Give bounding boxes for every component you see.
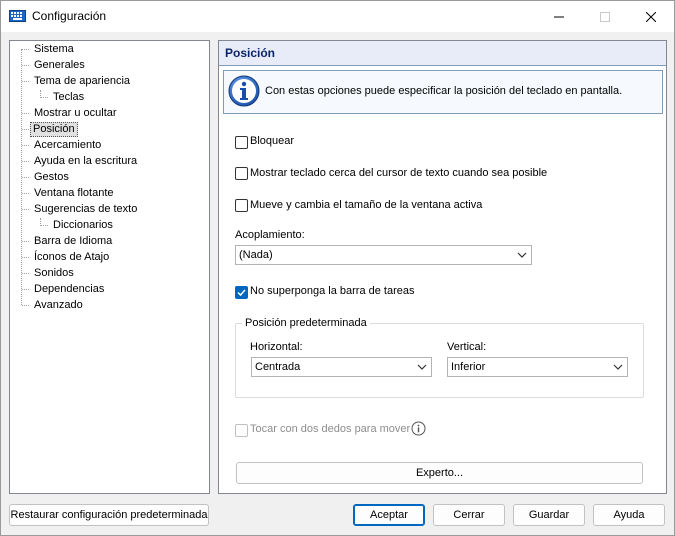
two-finger-checkbox: [235, 424, 248, 437]
tree-connector: [22, 241, 29, 242]
tree-connector: [22, 81, 29, 82]
tree-connector: [22, 209, 29, 210]
settings-tree[interactable]: Sistema Generales Tema de apariencia Tec…: [9, 40, 210, 494]
tree-connector: [22, 129, 29, 130]
tree-item-mostrar[interactable]: Mostrar u ocultar: [32, 106, 119, 121]
tree-connector: [41, 97, 48, 98]
minimize-icon: [554, 16, 564, 17]
tree-item-ayuda-escritura[interactable]: Ayuda en la escritura: [32, 154, 139, 169]
docking-select[interactable]: (Nada): [235, 245, 532, 265]
tree-item-diccionarios[interactable]: Diccionarios: [51, 218, 115, 233]
move-resize-label[interactable]: Mueve y cambia el tamaño de la ventana a…: [250, 199, 482, 211]
vertical-label: Vertical:: [447, 341, 487, 353]
no-overlap-label[interactable]: No superponga la barra de tareas: [250, 285, 415, 297]
restore-defaults-button[interactable]: Restaurar configuración predeterminada: [9, 504, 209, 526]
vertical-value: Inferior: [451, 361, 486, 373]
move-resize-checkbox[interactable]: [235, 199, 248, 212]
near-cursor-label[interactable]: Mostrar teclado cerca del cursor de text…: [250, 167, 547, 179]
tree-item-teclas[interactable]: Teclas: [51, 90, 86, 105]
tree-connector: [22, 65, 29, 66]
help-button[interactable]: Ayuda: [593, 504, 665, 526]
keyboard-icon: [9, 10, 26, 22]
docking-label: Acoplamiento:: [235, 229, 305, 241]
tree-item-barra-idioma[interactable]: Barra de Idioma: [32, 234, 114, 249]
tree-item-acercamiento[interactable]: Acercamiento: [32, 138, 103, 153]
cancel-button[interactable]: Cerrar: [433, 504, 505, 526]
horizontal-label: Horizontal:: [250, 341, 303, 353]
close-button[interactable]: [628, 1, 674, 32]
accept-button[interactable]: Aceptar: [353, 504, 425, 526]
panel-header: Posición: [219, 41, 666, 66]
settings-panel: Posición Con estas opciones puede especi…: [218, 40, 667, 494]
near-cursor-checkbox[interactable]: [235, 167, 248, 180]
tree-item-tema[interactable]: Tema de apariencia: [32, 74, 132, 89]
minimize-button[interactable]: [536, 1, 582, 32]
horizontal-select[interactable]: Centrada: [251, 357, 432, 377]
maximize-button[interactable]: [582, 1, 628, 32]
chevron-down-icon: [517, 252, 527, 258]
lock-label[interactable]: Bloquear: [250, 135, 294, 147]
tree-connector: [22, 177, 29, 178]
tree-connector: [22, 161, 29, 162]
tree-item-sistema[interactable]: Sistema: [32, 42, 76, 57]
vertical-select[interactable]: Inferior: [447, 357, 628, 377]
tree-item-sonidos[interactable]: Sonidos: [32, 266, 76, 281]
chevron-down-icon: [613, 364, 623, 370]
expert-button[interactable]: Experto...: [236, 462, 643, 484]
window-title: Configuración: [32, 9, 107, 23]
tree-item-iconos-atajo[interactable]: Íconos de Atajo: [32, 250, 111, 265]
tree-item-posicion[interactable]: Posición: [30, 122, 78, 137]
panel-title: Posición: [225, 46, 276, 60]
close-icon: [646, 11, 656, 22]
tree-connector: [22, 273, 29, 274]
tree-item-gestos[interactable]: Gestos: [32, 170, 71, 185]
docking-value: (Nada): [239, 249, 273, 261]
tree-item-ventana-flotante[interactable]: Ventana flotante: [32, 186, 116, 201]
tree-item-avanzado[interactable]: Avanzado: [32, 298, 85, 313]
no-overlap-checkbox[interactable]: [235, 286, 248, 299]
tree-connector: [22, 49, 29, 50]
title-bar[interactable]: Configuración: [1, 1, 674, 32]
checkmark-icon: [237, 289, 246, 297]
two-finger-label: Tocar con dos dedos para mover: [250, 423, 411, 435]
tree-connector: [41, 225, 48, 226]
tree-connector: [22, 305, 29, 306]
tree-connector: [22, 145, 29, 146]
info-text: Con estas opciones puede especificar la …: [265, 85, 623, 97]
tree-connector: [22, 193, 29, 194]
chevron-down-icon: [417, 364, 427, 370]
tree-item-generales[interactable]: Generales: [32, 58, 87, 73]
tree-connector: [22, 289, 29, 290]
horizontal-value: Centrada: [255, 361, 301, 373]
default-position-title: Posición predeterminada: [242, 317, 370, 329]
info-icon: [228, 75, 260, 107]
tree-connector: [22, 113, 29, 114]
info-box: Con estas opciones puede especificar la …: [223, 70, 663, 114]
lock-checkbox[interactable]: [235, 136, 248, 149]
tree-item-dependencias[interactable]: Dependencias: [32, 282, 106, 297]
tree-item-sugerencias[interactable]: Sugerencias de texto: [32, 202, 139, 217]
maximize-icon: [600, 11, 610, 22]
tree-connector: [22, 257, 29, 258]
settings-window: Configuración Sistema Generales Tema de …: [0, 0, 675, 536]
info-small-icon[interactable]: [411, 421, 426, 436]
save-button[interactable]: Guardar: [513, 504, 585, 526]
